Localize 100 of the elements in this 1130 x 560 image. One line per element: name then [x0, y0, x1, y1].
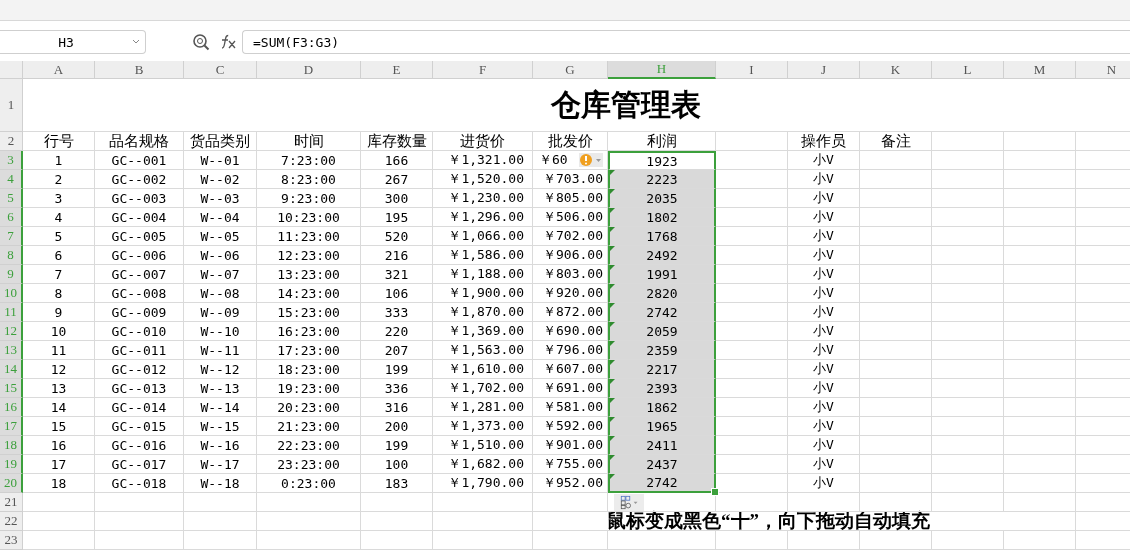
empty-cell[interactable] — [1004, 132, 1076, 151]
empty-cell[interactable] — [1004, 512, 1076, 531]
column-header[interactable]: J — [788, 61, 860, 79]
column-header[interactable]: A — [23, 61, 95, 79]
empty-cell[interactable] — [860, 474, 932, 493]
empty-cell[interactable] — [1004, 284, 1076, 303]
empty-cell[interactable] — [1004, 493, 1076, 512]
empty-cell[interactable] — [361, 493, 433, 512]
column-header[interactable]: G — [533, 61, 608, 79]
empty-cell[interactable] — [932, 474, 1004, 493]
empty-cell[interactable] — [1004, 455, 1076, 474]
empty-cell[interactable] — [608, 531, 716, 550]
empty-cell[interactable] — [932, 189, 1004, 208]
empty-cell[interactable] — [860, 379, 932, 398]
empty-cell[interactable] — [860, 208, 932, 227]
empty-cell[interactable] — [1004, 531, 1076, 550]
empty-cell[interactable] — [932, 436, 1004, 455]
empty-cell[interactable] — [788, 531, 860, 550]
row-header[interactable]: 2 — [0, 132, 23, 151]
empty-cell[interactable] — [1004, 398, 1076, 417]
empty-cell[interactable] — [95, 531, 184, 550]
empty-cell[interactable] — [932, 531, 1004, 550]
empty-cell[interactable] — [361, 531, 433, 550]
empty-cell[interactable] — [860, 151, 932, 170]
empty-cell[interactable] — [1004, 151, 1076, 170]
name-box[interactable]: H3 — [0, 30, 146, 54]
empty-cell[interactable] — [860, 341, 932, 360]
empty-cell[interactable] — [533, 493, 608, 512]
empty-cell[interactable] — [860, 436, 932, 455]
column-header[interactable]: L — [932, 61, 1004, 79]
empty-cell[interactable] — [860, 455, 932, 474]
empty-cell[interactable] — [608, 493, 716, 512]
empty-cell[interactable] — [184, 493, 257, 512]
empty-cell[interactable] — [932, 398, 1004, 417]
empty-cell[interactable] — [1004, 189, 1076, 208]
empty-cell[interactable] — [932, 417, 1004, 436]
empty-cell[interactable] — [860, 284, 932, 303]
empty-cell[interactable] — [860, 493, 932, 512]
empty-cell[interactable] — [932, 170, 1004, 189]
empty-cell[interactable] — [257, 531, 361, 550]
column-header[interactable]: N — [1076, 61, 1130, 79]
empty-cell[interactable] — [932, 379, 1004, 398]
empty-cell[interactable] — [932, 284, 1004, 303]
empty-cell[interactable] — [716, 493, 788, 512]
empty-cell[interactable] — [932, 208, 1004, 227]
empty-cell[interactable] — [932, 322, 1004, 341]
empty-cell[interactable] — [533, 531, 608, 550]
empty-cell[interactable] — [860, 360, 932, 379]
empty-cell[interactable] — [95, 493, 184, 512]
column-header[interactable]: F — [433, 61, 533, 79]
empty-cell[interactable] — [932, 132, 1004, 151]
empty-cell[interactable] — [1004, 208, 1076, 227]
empty-cell[interactable] — [184, 531, 257, 550]
column-header[interactable]: B — [95, 61, 184, 79]
empty-cell[interactable] — [95, 512, 184, 531]
row-header[interactable]: 21 — [0, 493, 23, 512]
row-header[interactable]: 22 — [0, 512, 23, 531]
row-header[interactable]: 1 — [0, 79, 23, 132]
empty-cell[interactable] — [860, 417, 932, 436]
formula-field[interactable]: =SUM(F3:G3) — [242, 30, 1130, 54]
empty-cell[interactable] — [361, 512, 433, 531]
column-header[interactable]: K — [860, 61, 932, 79]
empty-cell[interactable] — [1004, 246, 1076, 265]
empty-cell[interactable] — [1004, 341, 1076, 360]
warning-icon[interactable] — [579, 153, 603, 167]
empty-cell[interactable] — [1004, 436, 1076, 455]
empty-cell[interactable] — [932, 455, 1004, 474]
empty-cell[interactable] — [932, 493, 1004, 512]
empty-cell[interactable] — [860, 303, 932, 322]
empty-cell[interactable] — [860, 189, 932, 208]
empty-cell[interactable] — [1004, 303, 1076, 322]
empty-cell[interactable] — [860, 227, 932, 246]
empty-cell[interactable] — [932, 341, 1004, 360]
paste-options-icon[interactable] — [614, 494, 644, 511]
select-all-corner[interactable] — [0, 61, 23, 79]
empty-cell[interactable] — [1004, 474, 1076, 493]
empty-cell[interactable] — [716, 531, 788, 550]
empty-cell[interactable] — [433, 531, 533, 550]
empty-cell[interactable] — [932, 227, 1004, 246]
empty-cell[interactable] — [932, 151, 1004, 170]
empty-cell[interactable] — [716, 132, 788, 151]
empty-cell[interactable] — [1004, 379, 1076, 398]
empty-cell[interactable] — [932, 246, 1004, 265]
row-header[interactable]: 23 — [0, 531, 23, 550]
empty-cell[interactable] — [860, 265, 932, 284]
empty-cell[interactable] — [1004, 227, 1076, 246]
empty-cell[interactable] — [433, 493, 533, 512]
column-header[interactable]: M — [1004, 61, 1076, 79]
empty-cell[interactable] — [860, 398, 932, 417]
empty-cell[interactable] — [932, 360, 1004, 379]
empty-cell[interactable] — [1004, 265, 1076, 284]
column-header[interactable]: I — [716, 61, 788, 79]
empty-cell[interactable] — [257, 512, 361, 531]
empty-cell[interactable] — [860, 531, 932, 550]
empty-cell[interactable] — [860, 246, 932, 265]
column-header[interactable]: D — [257, 61, 361, 79]
column-header[interactable]: C — [184, 61, 257, 79]
empty-cell[interactable] — [1004, 360, 1076, 379]
empty-cell[interactable] — [257, 493, 361, 512]
empty-cell[interactable] — [932, 303, 1004, 322]
